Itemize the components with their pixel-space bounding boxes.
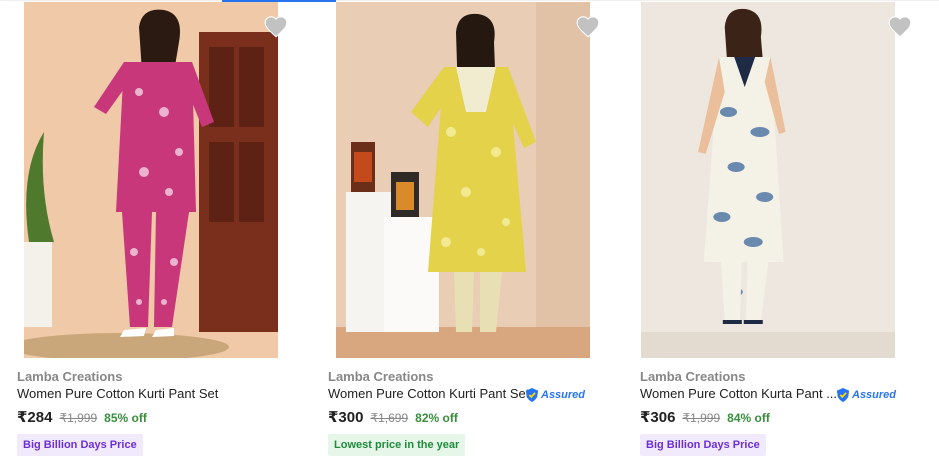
product-title[interactable]: Women Pure Cotton Kurti Pant Set [17, 386, 218, 401]
wishlist-heart-icon[interactable] [575, 14, 601, 40]
assured-shield-icon [525, 388, 539, 402]
selling-price: ₹284 [17, 409, 53, 426]
original-price: ₹1,999 [59, 411, 98, 425]
discount-percent: 85% off [104, 411, 147, 425]
offer-badge: Big Billion Days Price [640, 434, 766, 456]
price-row: ₹284 ₹1,999 85% off [17, 408, 147, 426]
assured-shield-icon [836, 388, 850, 402]
product-card-2[interactable]: Lamba Creations Women Pure Cotton Kurti … [311, 0, 611, 458]
discount-percent: 84% off [727, 411, 770, 425]
price-row: ₹306 ₹1,999 84% off [640, 408, 770, 426]
assured-badge: Assured [836, 386, 896, 404]
selling-price: ₹306 [640, 409, 676, 426]
wishlist-heart-icon[interactable] [263, 14, 289, 40]
original-price: ₹1,699 [370, 411, 409, 425]
assured-label: Assured [852, 389, 897, 401]
original-price: ₹1,999 [682, 411, 721, 425]
product-card-3[interactable]: Lamba Creations Women Pure Cotton Kurta … [623, 0, 923, 458]
product-image[interactable] [336, 2, 590, 358]
price-row: ₹300 ₹1,699 82% off [328, 408, 458, 426]
product-brand: Lamba Creations [328, 369, 434, 384]
discount-percent: 82% off [415, 411, 458, 425]
product-title[interactable]: Women Pure Cotton Kurti Pant Set [328, 386, 529, 401]
assured-label: Assured [541, 389, 586, 401]
offer-badge: Big Billion Days Price [17, 434, 143, 456]
product-brand: Lamba Creations [640, 369, 746, 384]
product-image[interactable] [641, 2, 895, 358]
product-image[interactable] [24, 2, 278, 358]
product-brand: Lamba Creations [17, 369, 123, 384]
assured-badge: Assured [525, 386, 585, 404]
selling-price: ₹300 [328, 409, 364, 426]
offer-badge: Lowest price in the year [328, 434, 466, 456]
product-card-1[interactable]: Lamba Creations Women Pure Cotton Kurti … [0, 0, 300, 458]
product-title[interactable]: Women Pure Cotton Kurta Pant ... [640, 386, 837, 401]
wishlist-heart-icon[interactable] [887, 14, 913, 40]
